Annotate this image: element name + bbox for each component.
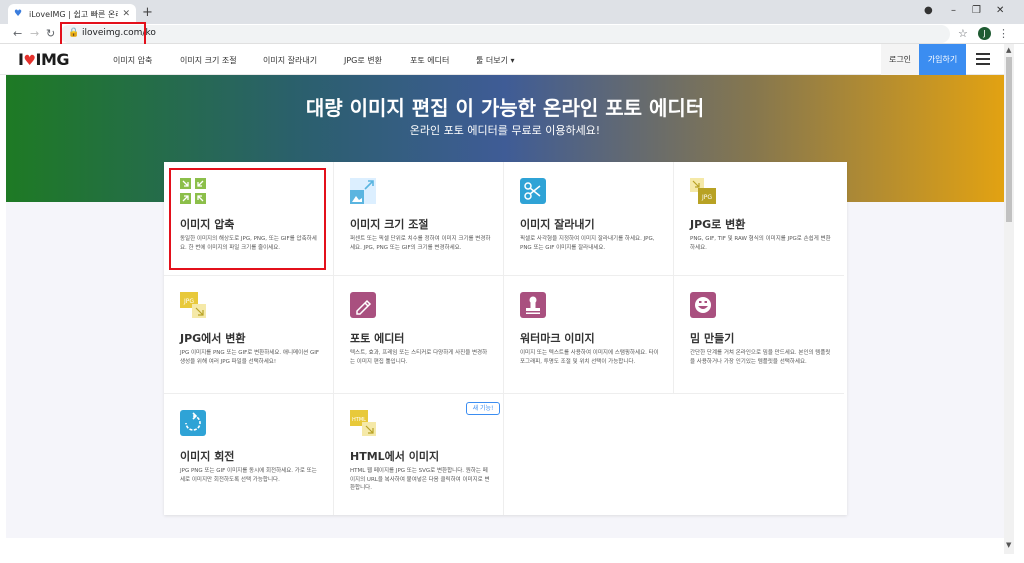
tool-title: 이미지 크기 조절 <box>350 218 429 231</box>
nav-photo-editor[interactable]: 포토 에디터 <box>410 55 449 66</box>
bookmark-star-icon[interactable]: ☆ <box>958 27 968 40</box>
nav-compress[interactable]: 이미지 압축 <box>113 55 152 66</box>
forward-arrow-icon[interactable]: → <box>30 27 39 40</box>
tool-title: 이미지 잘라내기 <box>520 218 595 231</box>
maximize-icon[interactable]: ❐ <box>972 5 981 16</box>
more-menu-icon[interactable]: ⋮ <box>998 27 1009 40</box>
iloveimg-logo[interactable]: I♥IMG <box>18 50 70 69</box>
nav-more-tools[interactable]: 툴 더보기 ▾ <box>476 55 515 66</box>
scrollbar-thumb[interactable] <box>1006 57 1012 222</box>
tab-strip: ♥ iLoveIMG | 쉽고 빠른 온라인 무 ✕ + ● – ❐ ✕ <box>0 0 1024 24</box>
tool-card-convert-from-jpg[interactable]: JPG JPG에서 변환 JPG 이미지를 PNG 또는 GIF로 변환하세요.… <box>164 276 334 394</box>
logo-text-img: IMG <box>35 50 70 69</box>
login-button[interactable]: 로그인 <box>881 44 919 75</box>
photo-editor-icon <box>350 292 376 318</box>
nav-resize[interactable]: 이미지 크기 조절 <box>180 55 237 66</box>
close-tab-icon[interactable]: ✕ <box>122 9 130 19</box>
svg-text:JPG: JPG <box>183 298 194 305</box>
tool-description: PNG, GIF, TIF 및 RAW 형식의 이미지를 JPG로 손쉽게 변환… <box>690 236 831 251</box>
nav-crop[interactable]: 이미지 잘라내기 <box>263 55 317 66</box>
tool-card-meme[interactable]: 밈 만들기 간단한 단계를 거쳐 온라인으로 밈을 만드세요. 본인의 템플릿을… <box>674 276 844 394</box>
convert-from-jpg-icon: JPG <box>180 292 206 318</box>
tab-title: iLoveIMG | 쉽고 빠른 온라인 무 <box>29 9 118 19</box>
meme-icon <box>690 292 716 318</box>
rotate-icon <box>180 410 206 436</box>
close-window-icon[interactable]: ✕ <box>996 5 1004 16</box>
resize-icon <box>350 178 376 204</box>
profile-menu-icon[interactable]: ● <box>924 5 933 16</box>
tool-card-crop[interactable]: 이미지 잘라내기 픽셀로 사각형을 지정하여 이미지 잘라내기를 하세요. JP… <box>504 162 674 276</box>
hero-subtitle: 온라인 포토 에디터를 무료로 이용하세요! <box>409 124 601 137</box>
hero-title: 대량 이미지 편집 이 가능한 온라인 포토 에디터 <box>305 96 705 120</box>
tool-description: JPG PNG 또는 GIF 이미지를 동시에 회전하세요. 가로 또는 세로 … <box>180 468 317 483</box>
tool-description: 간단한 단계를 거쳐 온라인으로 밈을 만드세요. 본인의 템플릿을 사용하거나… <box>690 350 831 365</box>
hamburger-menu-icon[interactable] <box>976 53 990 65</box>
tool-title: HTML에서 이미지 <box>350 450 440 463</box>
tool-description: 텍스트, 효과, 프레임 또는 스티커로 다양하게 사진을 변경하는 이미지 편… <box>350 350 488 365</box>
svg-text:JPG: JPG <box>701 194 712 201</box>
watermark-icon <box>520 292 546 318</box>
address-bar[interactable]: 🔒 iloveimg.com/ko <box>60 25 950 43</box>
tool-description: JPG 이미지를 PNG 또는 GIF로 변환하세요. 애니메이션 GIF 생성… <box>180 350 319 365</box>
new-feature-badge: 새 기능! <box>466 402 500 415</box>
browser-toolbar: ← → ↻ 🔒 iloveimg.com/ko <box>0 24 1024 44</box>
browser-tab[interactable]: ♥ iLoveIMG | 쉽고 빠른 온라인 무 ✕ <box>8 4 136 24</box>
tool-title: JPG로 변환 <box>690 218 746 231</box>
tool-card-convert-to-jpg[interactable]: JPG JPG로 변환 PNG, GIF, TIF 및 RAW 형식의 이미지를… <box>674 162 844 276</box>
html-to-image-icon: HTML <box>350 410 376 436</box>
tool-description: HTML 웹 페이지를 JPG 또는 SVG로 변환합니다. 원하는 페이지의 … <box>350 468 490 491</box>
tool-description: 이미지 또는 텍스트를 사용하여 이미지에 스탬핑하세요. 타이포그래피, 투명… <box>520 350 659 365</box>
tool-title: 워터마크 이미지 <box>520 332 595 345</box>
tool-card-photo-editor[interactable]: 포토 에디터 텍스트, 효과, 프레임 또는 스티커로 다양하게 사진을 변경하… <box>334 276 504 394</box>
tool-card-resize[interactable]: 이미지 크기 조절 퍼센트 또는 픽셀 단위로 치수를 정하여 이미지 크기를 … <box>334 162 504 276</box>
new-tab-icon[interactable]: + <box>142 5 153 20</box>
browser-window: ♥ iLoveIMG | 쉽고 빠른 온라인 무 ✕ + ● – ❐ ✕ ← →… <box>0 0 1024 563</box>
compress-highlight-box <box>169 168 326 270</box>
back-arrow-icon[interactable]: ← <box>13 27 22 40</box>
profile-avatar[interactable]: J <box>978 27 991 40</box>
url-highlight-box <box>60 22 146 46</box>
site-header: I♥IMG 이미지 압축 이미지 크기 조절 이미지 잘라내기 JPG로 변환 … <box>0 44 1004 75</box>
scroll-down-icon[interactable]: ▼ <box>1006 541 1011 549</box>
convert-to-jpg-icon: JPG <box>690 178 716 204</box>
heart-favicon-icon: ♥ <box>14 9 23 19</box>
tool-title: 이미지 회전 <box>180 450 235 463</box>
tool-title: 밈 만들기 <box>690 332 735 345</box>
reload-icon[interactable]: ↻ <box>46 27 55 40</box>
heart-logo-icon: ♥ <box>23 53 36 69</box>
nav-convert-to-jpg[interactable]: JPG로 변환 <box>344 55 382 66</box>
tool-title: 포토 에디터 <box>350 332 405 345</box>
signup-button[interactable]: 가입하기 <box>919 44 966 75</box>
crop-icon <box>520 178 546 204</box>
minimize-icon[interactable]: – <box>951 5 956 16</box>
tool-description: 픽셀로 사각형을 지정하여 이미지 잘라내기를 하세요. JPG, PNG 또는… <box>520 236 655 251</box>
tool-card-rotate[interactable]: 이미지 회전 JPG PNG 또는 GIF 이미지를 동시에 회전하세요. 가로… <box>164 394 334 515</box>
tool-card-watermark[interactable]: 워터마크 이미지 이미지 또는 텍스트를 사용하여 이미지에 스탬핑하세요. 타… <box>504 276 674 394</box>
tool-title: JPG에서 변환 <box>180 332 246 345</box>
tool-description: 퍼센트 또는 픽셀 단위로 치수를 정하여 이미지 크기를 변경하세요. JPG… <box>350 236 491 251</box>
scroll-up-icon[interactable]: ▲ <box>1006 46 1011 54</box>
